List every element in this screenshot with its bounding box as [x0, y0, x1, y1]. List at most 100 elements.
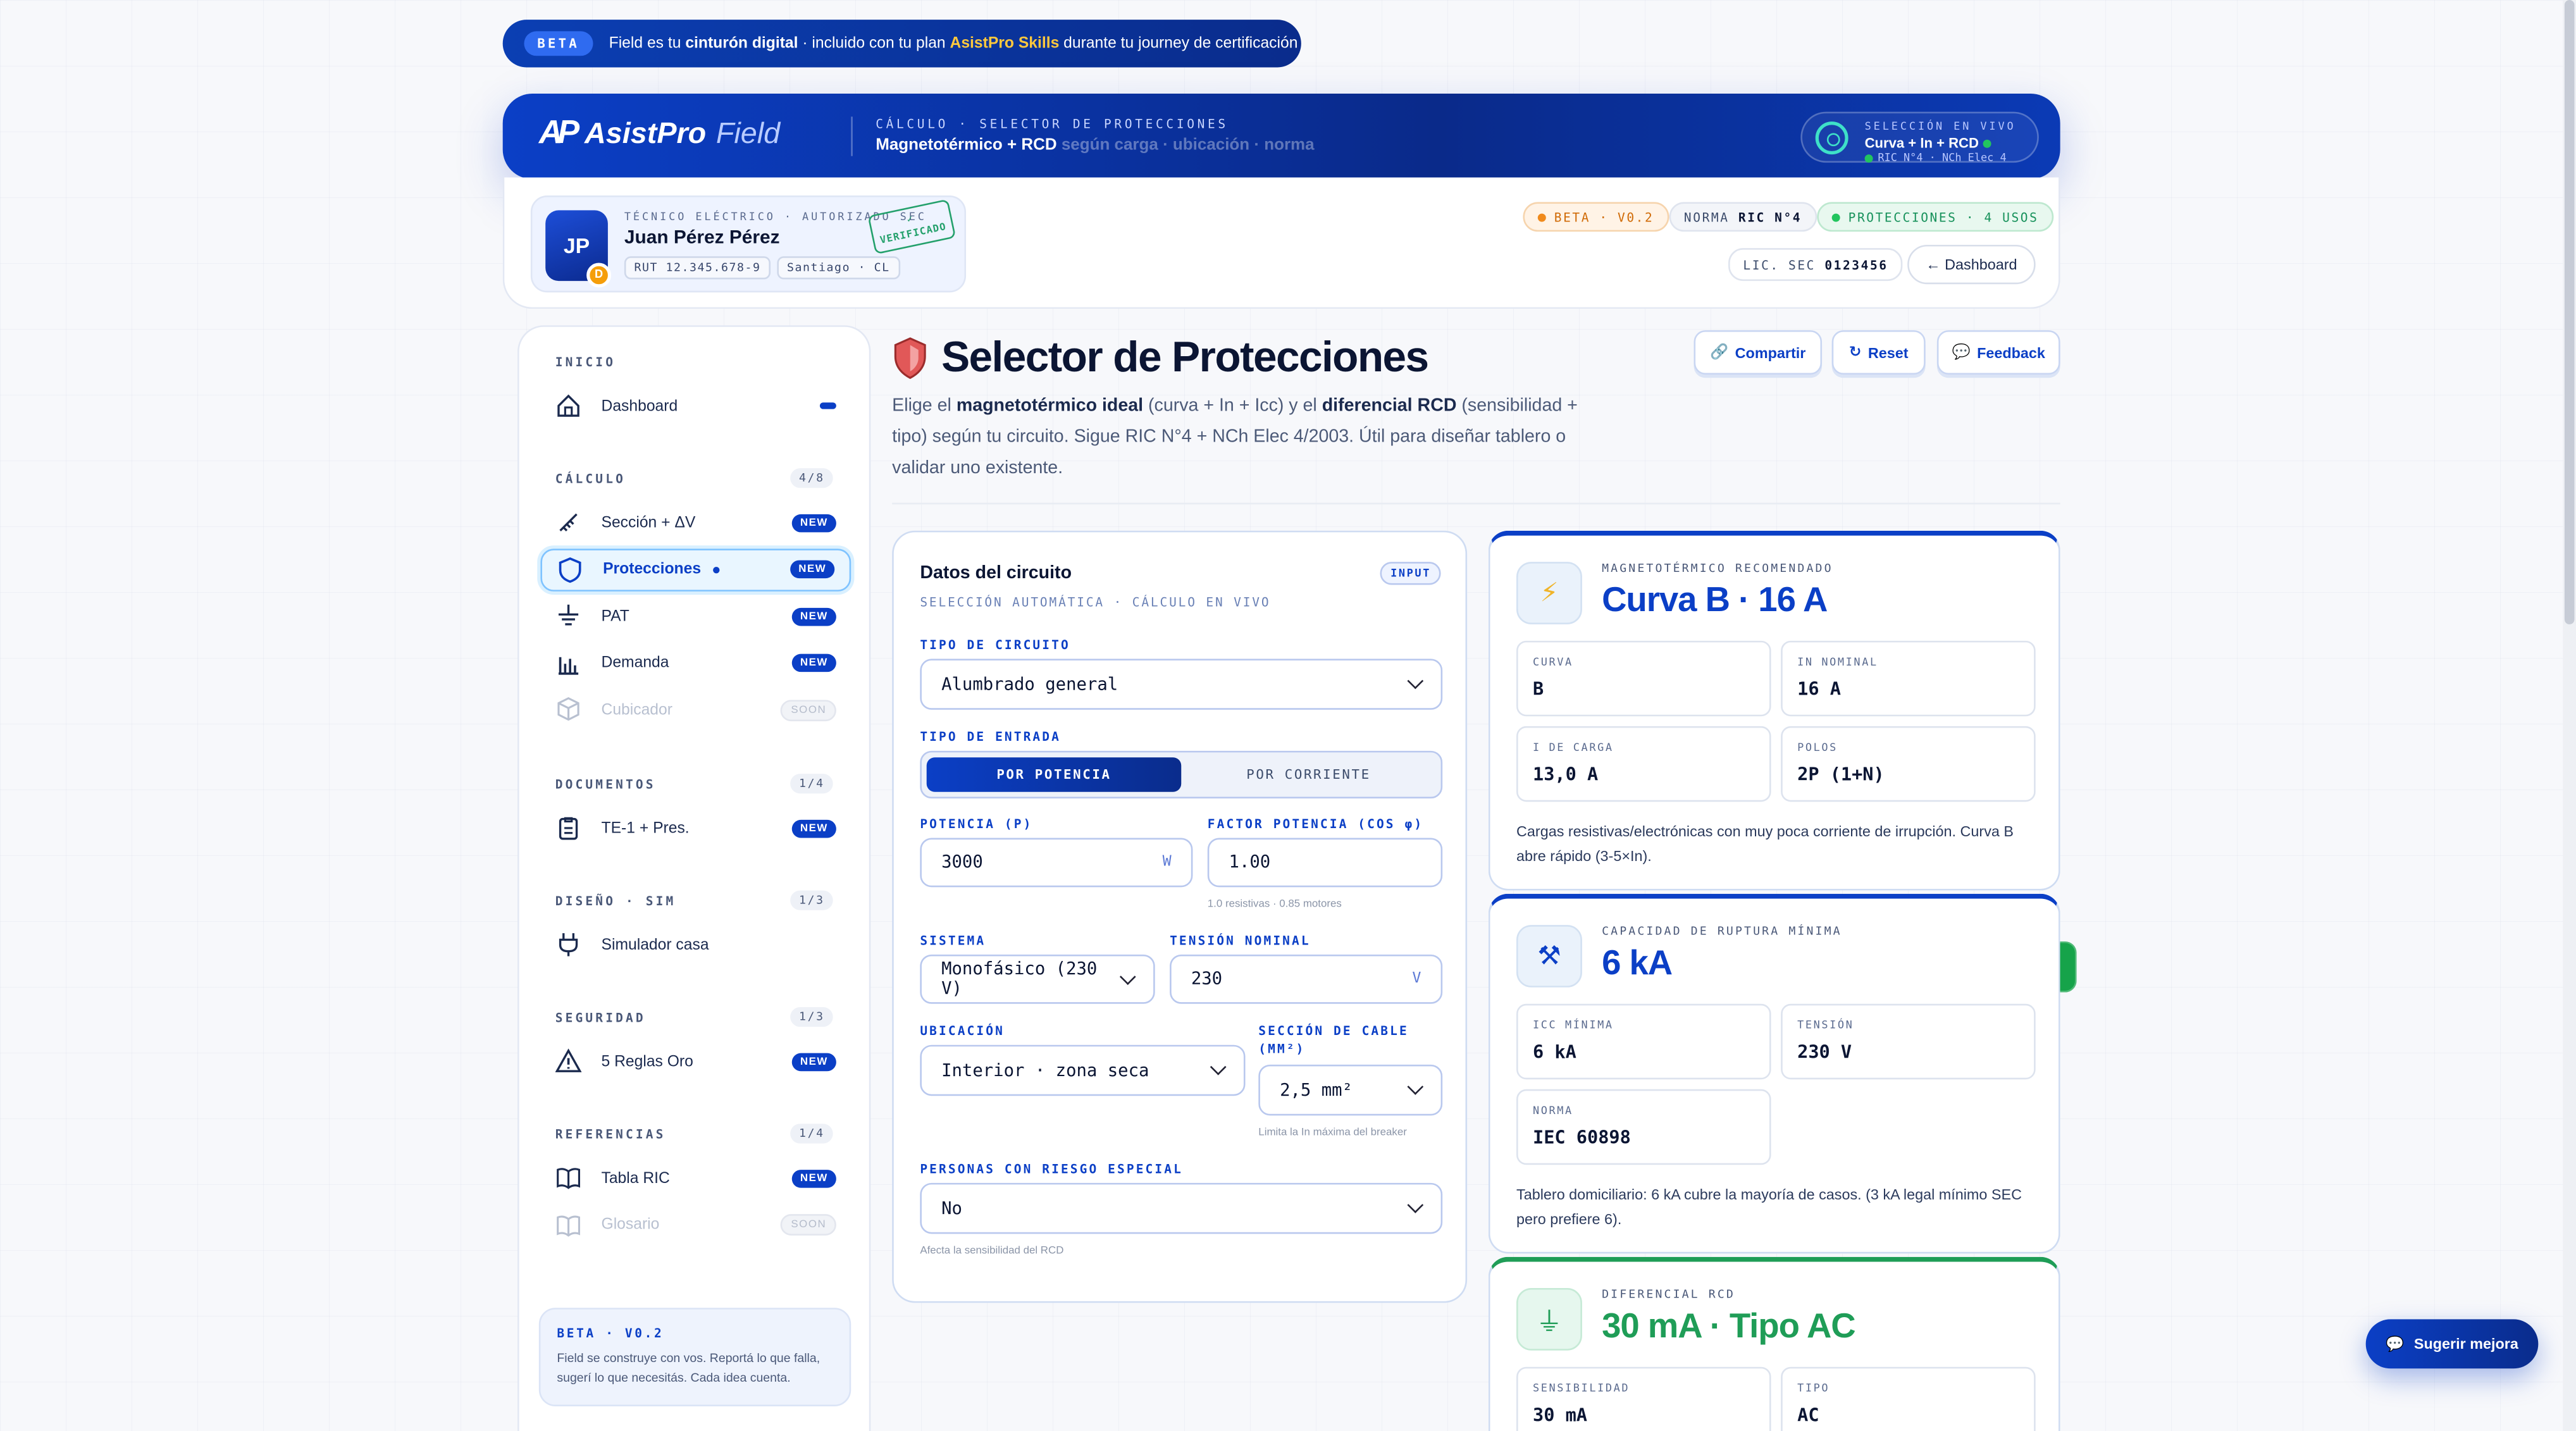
sidebar-item-protecciones[interactable]: Protecciones NEW: [540, 548, 851, 591]
mag-icarga-cell: I DE CARGA 13,0 A: [1516, 726, 1771, 802]
sidebar-item-simulador-casa[interactable]: Simulador casa LIVE: [540, 924, 2077, 993]
sidebar-item-label: Cubicador: [601, 701, 672, 720]
sidebar-item-label: Sección + ΔV: [601, 513, 696, 532]
chat-icon: 💬: [1952, 343, 1971, 360]
sidebar-item-label: Protecciones: [603, 560, 702, 579]
icc-min-cell: ICC MÍNIMA 6 kA: [1516, 1003, 1771, 1080]
section-5-count: 1/4: [791, 1124, 833, 1144]
sidebar-item-label: PAT: [601, 607, 629, 626]
beta-pill: BETA · V0.2: [1523, 202, 1669, 232]
item-badge: SOON: [781, 1214, 836, 1236]
live-foot: RIC N°4 · NCh Elec 4: [1864, 151, 2007, 164]
fp-hint: 1.0 resistivas · 0.85 motores: [1207, 898, 1342, 910]
profile-bar: JP D TÉCNICO ELÉCTRICO · AUTORIZADO SEC …: [502, 177, 2060, 309]
beta-banner: BETA Field es tu cinturón digital · incl…: [502, 20, 1301, 68]
icc-head: CAPACIDAD DE RUPTURA MÍNIMA: [1602, 925, 1842, 938]
live-selection-indicator: SELECCIÓN EN VIVO Curva + In + RCD RIC N…: [1800, 111, 2039, 164]
mag-curva-cell: CURVA B: [1516, 640, 1771, 717]
profile-card[interactable]: JP D TÉCNICO ELÉCTRICO · AUTORIZADO SEC …: [530, 195, 967, 293]
chevron-down-icon: [1210, 1058, 1227, 1075]
sidebar-item-label: TE-1 + Pres.: [601, 819, 690, 838]
header-breadcrumb: CÁLCULO · SELECTOR DE PROTECCIONES: [876, 116, 1229, 132]
sidebar-item-cubicador: Cubicador SOON: [540, 689, 851, 732]
profile-tags: RUT 12.345.678-9 Santiago · CL: [624, 256, 900, 280]
page-title: Selector de Protecciones: [892, 332, 1429, 383]
item-badge: NEW: [791, 1052, 836, 1070]
sidebar-item-demanda[interactable]: Demanda NEW: [540, 642, 851, 685]
warning-icon: [555, 1048, 582, 1075]
share-button[interactable]: 🔗 Compartir: [1694, 330, 1823, 375]
seccion-label: SECCIÓN DE CABLE (MM²): [1258, 1023, 1409, 1056]
section-3-count: 1/3: [791, 890, 833, 910]
sidebar-item-label: Simulador casa: [601, 935, 709, 954]
form-title: Datos del circuito: [920, 563, 1072, 583]
por-corriente-tab[interactable]: POR CORRIENTE: [1181, 757, 1436, 792]
item-badge: SOON: [781, 700, 836, 721]
ubicacion-select[interactable]: Interior · zona seca: [920, 1044, 1246, 1096]
city-chip: Santiago · CL: [777, 256, 900, 280]
page-description: Elige el magnetotérmico ideal (curva + I…: [892, 395, 1578, 478]
section-3-title: DISEÑO · SIM: [555, 893, 676, 909]
banner-text: Field es tu cinturón digital · incluido …: [609, 34, 1298, 53]
item-badge: NEW: [791, 1168, 836, 1187]
app-logo[interactable]: AP AsistPro Field: [539, 115, 780, 153]
sistema-select[interactable]: Monofásico (230 V): [920, 954, 1155, 1004]
sidebar-item-tabla-ric[interactable]: Tabla RIC NEW: [540, 1156, 851, 1199]
scrollbar-thumb[interactable]: [2564, 0, 2575, 624]
avatar-badge: D: [586, 263, 612, 288]
section-1-count: 4/8: [791, 468, 833, 488]
ubicacion-label: UBICACIÓN: [920, 1023, 1005, 1039]
scrollbar[interactable]: [2563, 0, 2576, 1431]
reset-button[interactable]: ↻ Reset: [1831, 330, 1926, 375]
fp-input[interactable]: 1.00: [1207, 838, 1443, 888]
personas-select[interactable]: No: [920, 1182, 1443, 1234]
mag-head: MAGNETOTÉRMICO RECOMENDADO: [1602, 562, 1833, 575]
header-divider: [851, 116, 853, 156]
suggest-button[interactable]: 💬 Sugerir mejora: [2365, 1319, 2539, 1369]
tension-label: TENSIÓN NOMINAL: [1170, 933, 1311, 948]
sidebar-item-label: 5 Reglas Oro: [601, 1052, 693, 1070]
mag-in-cell: IN NOMINAL 16 A: [1781, 640, 2036, 717]
item-badge: NEW: [791, 513, 836, 532]
license-pill: LIC. SEC 0123456: [1728, 248, 1903, 282]
input-type-toggle: POR POTENCIA POR CORRIENTE: [920, 750, 1443, 799]
seccion-select[interactable]: 2,5 mm²: [1258, 1064, 1443, 1116]
tension-input[interactable]: 230 V: [1170, 954, 1443, 1004]
ruler-icon: [555, 509, 582, 536]
beta-note: BETA · V0.2 Field se construye con vos. R…: [538, 1308, 851, 1407]
sidebar-item-dashboard[interactable]: Dashboard: [540, 385, 851, 428]
tipo-circuito-select[interactable]: Alumbrado general: [920, 659, 1443, 710]
potencia-input[interactable]: 3000 W: [920, 838, 1193, 888]
sidebar-item-pat[interactable]: PAT NEW: [540, 595, 851, 638]
profile-name: Juan Pérez Pérez: [624, 228, 780, 249]
shield-icon: [557, 556, 583, 583]
mag-polos-cell: POLOS 2P (1+N): [1781, 726, 2036, 802]
section-4-count: 1/3: [791, 1007, 833, 1027]
chevron-down-icon: [1407, 672, 1424, 690]
plug-icon: [555, 931, 582, 958]
sidebar-item-te-1-pres-[interactable]: TE-1 + Pres. NEW: [540, 807, 851, 850]
live-ring-icon: [1815, 121, 1848, 155]
icc-value: 6 kA: [1602, 945, 1673, 983]
por-potencia-tab[interactable]: POR POTENCIA: [926, 757, 1182, 792]
ground-arrow-icon: ⏚: [1516, 1288, 1582, 1351]
personas-hint: Afecta la sensibilidad del RCD: [920, 1245, 1064, 1257]
fp-label: FACTOR POTENCIA (COS φ): [1207, 816, 1424, 832]
header-subtitle: Magnetotérmico + RCD según carga · ubica…: [876, 136, 1315, 155]
sidebar-item-secci-n-v[interactable]: Sección + ΔV NEW: [540, 501, 851, 544]
dashboard-button[interactable]: ← Dashboard: [1907, 244, 2036, 285]
sidebar-item-5-reglas-oro[interactable]: 5 Reglas Oro NEW: [540, 1040, 851, 1083]
sistema-label: SISTEMA: [920, 933, 986, 948]
icc-norma-cell: NORMA IEC 60898: [1516, 1089, 1771, 1165]
logo-name: AsistPro: [585, 116, 707, 150]
mag-value: Curva B · 16 A: [1602, 581, 1828, 620]
rcd-value: 30 mA · Tipo AC: [1602, 1308, 1856, 1346]
clipboard-icon: [555, 815, 582, 841]
sidebar-item-label: Glosario: [601, 1216, 660, 1234]
feedback-button[interactable]: 💬 Feedback: [1936, 330, 2060, 375]
personas-label: PERSONAS CON RIESGO ESPECIAL: [920, 1162, 1183, 1177]
item-badge: NEW: [791, 819, 836, 838]
section-4-title: SEGURIDAD: [555, 1010, 646, 1025]
sidebar: INICIO Dashboard CÁLCULO 4/8 Sección + ΔV…: [517, 325, 2077, 1431]
home-icon: [555, 393, 582, 419]
